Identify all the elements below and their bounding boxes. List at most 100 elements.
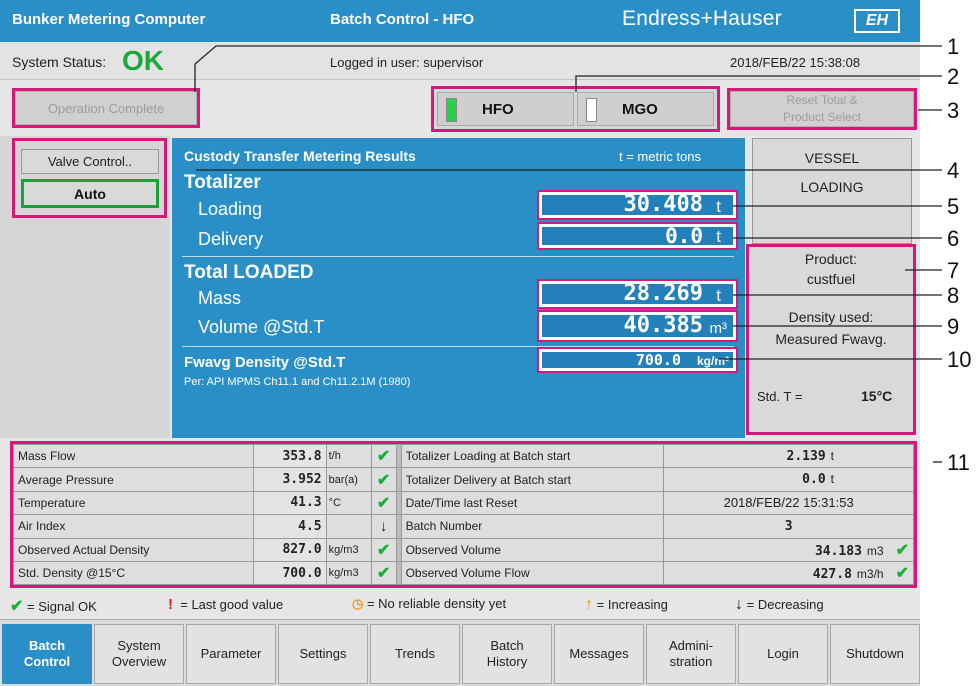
left-status: ↓ — [370, 514, 397, 539]
reset-line1: Reset Total & — [786, 93, 858, 107]
delivery-value: 0.0 — [665, 224, 703, 248]
legend-bar: ✔ = Signal OK ! = Last good value ◷ = No… — [0, 590, 920, 618]
left-unit — [325, 514, 372, 539]
legend-dec: ↓ = Decreasing — [735, 596, 824, 614]
nav-tab-line1: Parameter — [200, 646, 262, 661]
nav-tab-line1: Batch — [28, 638, 66, 653]
nav-tab-label: Batch Control — [24, 638, 70, 670]
nav-tab[interactable]: Trends — [370, 624, 460, 684]
nav-tab[interactable]: Messages — [554, 624, 644, 684]
right-value-cell: 34.183 m3 ✔ — [663, 537, 914, 562]
nav-tab-label: Parameter — [201, 646, 262, 662]
left-unit: °C — [325, 490, 372, 516]
callout-number: 4 — [947, 158, 959, 183]
left-status: ✔ — [370, 490, 397, 516]
app-title: Bunker Metering Computer — [12, 11, 206, 28]
vessel-mode-label: LOADING — [800, 179, 864, 195]
left-value: 41.3 — [252, 490, 327, 516]
nav-tab[interactable]: Shutdown — [830, 624, 920, 684]
mgo-indicator-icon — [586, 98, 597, 122]
check-icon: ✔ — [376, 448, 391, 466]
product-hfo-button[interactable]: HFO — [437, 92, 574, 126]
nav-tab-line2: Overview — [111, 654, 167, 669]
nav-tab-label: Trends — [395, 646, 435, 662]
product-mgo-label: MGO — [622, 101, 658, 118]
nav-tab-line1: Shutdown — [846, 646, 904, 661]
callout-number: 10 — [947, 347, 971, 372]
std-t-label: Std. T = — [757, 389, 803, 404]
nav-tab-label: Batch History — [487, 638, 527, 670]
right-value-cell: 2.139 t — [663, 443, 914, 469]
nav-tab[interactable]: Settings — [278, 624, 368, 684]
left-label: Temperature — [13, 490, 254, 516]
callout-number: 7 — [947, 258, 959, 283]
process-table-body: Mass Flow 353.8 t/h ✔ Totalizer Loading at B… — [13, 443, 914, 586]
legend-ok: ✔ = Signal OK — [10, 596, 97, 616]
callout-number: 9 — [947, 314, 959, 339]
density-note: Per: API MPMS Ch11.1 and Ch11.2.1M (1980… — [184, 376, 411, 388]
delivery-lcd: 0.0 t — [537, 222, 738, 250]
legend-inc-text: = Increasing — [596, 597, 668, 612]
operation-complete-frame: Operation Complete — [12, 88, 200, 128]
right-unit: m3 — [866, 543, 884, 558]
product-mgo-button[interactable]: MGO — [577, 92, 714, 126]
nav-tab-label: System Overview — [112, 638, 166, 670]
right-label: Totalizer Delivery at Batch start — [400, 467, 665, 492]
callout-number: 1 — [947, 34, 959, 59]
left-status: ✔ — [370, 560, 397, 586]
legend-nodens-text: = No reliable density yet — [366, 596, 507, 611]
delivery-unit: t — [716, 227, 721, 246]
reset-total-button[interactable]: Reset Total & Product Select — [730, 91, 914, 127]
right-label: Observed Volume — [400, 537, 665, 562]
right-label: Date/Time last Reset — [400, 490, 665, 516]
system-status-value: OK — [122, 45, 164, 76]
title-bar: Bunker Metering Computer Batch Control -… — [0, 0, 920, 42]
nav-tab-label: Settings — [300, 646, 347, 662]
nav-tab[interactable]: Batch History — [462, 624, 552, 684]
nav-tab[interactable]: Login — [738, 624, 828, 684]
nav-tab-line2: Control — [23, 654, 71, 669]
left-value: 353.8 — [252, 443, 327, 469]
right-value: 3 — [784, 518, 793, 534]
product-value: custfuel — [806, 271, 856, 287]
check-icon: ✔ — [895, 565, 909, 583]
check-icon: ✔ — [376, 494, 391, 512]
arrow-up-icon: ↑ — [585, 596, 593, 613]
arrow-down-icon: ↓ — [379, 517, 388, 535]
nav-tab[interactable]: Parameter — [186, 624, 276, 684]
auto-button[interactable]: Auto — [21, 179, 159, 208]
product-select: HFO MGO — [431, 86, 720, 132]
legend-inc: ↑ = Increasing — [585, 596, 668, 614]
right-label: Batch Number — [400, 514, 665, 539]
left-label: Average Pressure — [13, 467, 254, 492]
right-value-cell: 2018/FEB/22 15:31:53 — [663, 490, 914, 516]
nav-tab-line1: Messages — [569, 646, 629, 661]
table-row: Temperature 41.3 °C ✔ Date/Time last Reset 20… — [13, 490, 914, 516]
table-row: Mass Flow 353.8 t/h ✔ Totalizer Loading at B… — [13, 443, 914, 469]
nav-tab-label: Login — [767, 646, 799, 662]
left-value: 827.0 — [252, 537, 327, 562]
loading-label: Loading — [198, 199, 263, 219]
total-loaded-heading: Total LOADED — [184, 262, 314, 283]
units-note: t = metric tons — [619, 149, 701, 164]
left-unit: kg/m3 — [325, 560, 372, 586]
volume-unit: m³ — [709, 320, 728, 337]
right-label: Observed Volume Flow — [400, 560, 665, 586]
nav-tab[interactable]: Batch Control — [2, 624, 92, 684]
left-label: Observed Actual Density — [13, 537, 254, 562]
density-used-value: Measured Fwavg. — [775, 331, 887, 347]
callout-number: 5 — [947, 194, 959, 219]
nav-tab[interactable]: System Overview — [94, 624, 184, 684]
nav-tab[interactable]: Admini-stration — [646, 624, 736, 684]
mass-lcd: 28.269 t — [537, 279, 738, 309]
mass-unit: t — [716, 286, 721, 305]
reset-frame: Reset Total & Product Select — [727, 88, 917, 130]
exclamation-icon: ! — [168, 596, 173, 613]
reset-line2: Product Select — [782, 110, 862, 124]
nav-tab-line2: History — [486, 654, 528, 669]
left-unit: kg/m3 — [325, 537, 372, 562]
valve-control-button[interactable]: Valve Control.. — [21, 149, 159, 174]
table-row: Air Index 4.5 ↓ Batch Number 3 — [13, 514, 914, 539]
nav-tab-label: Messages — [569, 646, 628, 662]
operation-complete-button[interactable]: Operation Complete — [15, 91, 197, 125]
